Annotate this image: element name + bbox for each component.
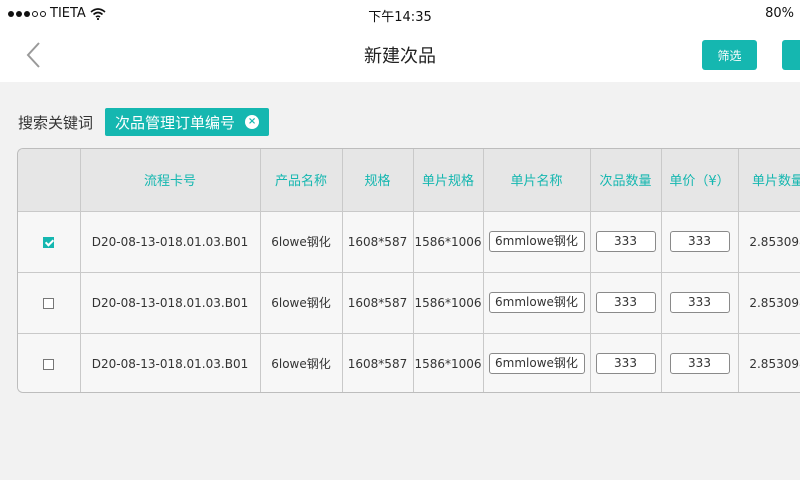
price-cell: 333 [661,211,739,273]
piece-name-cell: 6mmlowe钢化 [483,211,591,273]
column-header-piece-qty: 单片数量 [738,149,800,212]
extra-action-button[interactable] [782,40,800,70]
select-cell [18,272,81,334]
spec-cell: 1608*587 [342,333,414,392]
column-header-price: 单价（¥） [661,149,739,212]
checkbox-icon[interactable] [43,358,55,370]
spec-cell: 1608*587 [342,272,414,334]
column-header-card-no: 流程卡号 [80,149,261,212]
price-input[interactable]: 333 [669,231,730,252]
close-icon[interactable]: × [245,115,260,129]
status-bar: TIETA 下午14:35 80% [0,0,800,28]
battery-level: 80% [765,6,794,21]
search-keyword-row: 搜索关键词 次品管理订单编号 × [18,108,270,136]
column-header-piece-spec: 单片规格 [413,149,484,212]
price-input[interactable]: 333 [669,292,730,313]
piece-qty-cell: 2.853098 [738,211,800,273]
piece-spec-cell: 1586*1006 [413,333,484,392]
defect-qty-cell: 333 [590,272,662,334]
price-cell: 333 [661,333,739,392]
status-time: 下午14:35 [368,10,432,25]
piece-spec-cell: 1586*1006 [413,272,484,334]
piece-qty-cell: 2.853098 [738,333,800,392]
product-cell: 6lowe钢化 [260,272,343,334]
piece-spec-cell: 1586*1006 [413,211,484,273]
column-header-spec: 规格 [342,149,414,212]
keyword-chip[interactable]: 次品管理订单编号 × [105,108,270,136]
select-cell [18,211,81,273]
piece-name-input[interactable]: 6mmlowe钢化 [488,353,585,375]
defect-qty-input[interactable]: 333 [595,292,656,313]
product-cell: 6lowe钢化 [260,211,343,273]
table-row: D20-08-13-018.01.03.B01 6lowe钢化 1608*587… [18,333,800,392]
keyword-chip-label: 次品管理订单编号 [115,113,236,132]
search-label: 搜索关键词 [18,113,94,132]
defect-qty-input[interactable]: 333 [595,353,656,375]
checkbox-icon[interactable] [43,236,55,248]
piece-name-input[interactable]: 6mmlowe钢化 [488,231,585,252]
price-cell: 333 [661,272,739,334]
column-header-select [18,149,81,212]
product-cell: 6lowe钢化 [260,333,343,392]
table-row: D20-08-13-018.01.03.B01 6lowe钢化 1608*587… [18,211,800,273]
table-header-row: 流程卡号 产品名称 规格 单片规格 单片名称 次品数量 单价（¥） 单片数量 [18,149,800,212]
nav-bar: 新建次品 筛选 [0,28,800,82]
defect-qty-cell: 333 [590,211,662,273]
column-header-product: 产品名称 [260,149,343,212]
select-cell [18,333,81,392]
table-row: D20-08-13-018.01.03.B01 6lowe钢化 1608*587… [18,272,800,334]
piece-name-cell: 6mmlowe钢化 [483,333,591,392]
defect-qty-cell: 333 [590,333,662,392]
card-no-cell: D20-08-13-018.01.03.B01 [80,333,261,392]
spec-cell: 1608*587 [342,211,414,273]
card-no-cell: D20-08-13-018.01.03.B01 [80,211,261,273]
column-header-piece-name: 单片名称 [483,149,591,212]
column-header-defect-qty: 次品数量 [590,149,662,212]
piece-qty-cell: 2.853098 [738,272,800,334]
filter-button[interactable]: 筛选 [702,40,757,70]
defect-qty-input[interactable]: 333 [595,231,656,252]
defect-table: 流程卡号 产品名称 规格 单片规格 单片名称 次品数量 单价（¥） 单片数量 D… [17,148,800,393]
page-title: 新建次品 [364,46,436,67]
piece-name-input[interactable]: 6mmlowe钢化 [488,292,585,313]
price-input[interactable]: 333 [669,353,730,375]
checkbox-icon[interactable] [43,297,55,309]
card-no-cell: D20-08-13-018.01.03.B01 [80,272,261,334]
piece-name-cell: 6mmlowe钢化 [483,272,591,334]
